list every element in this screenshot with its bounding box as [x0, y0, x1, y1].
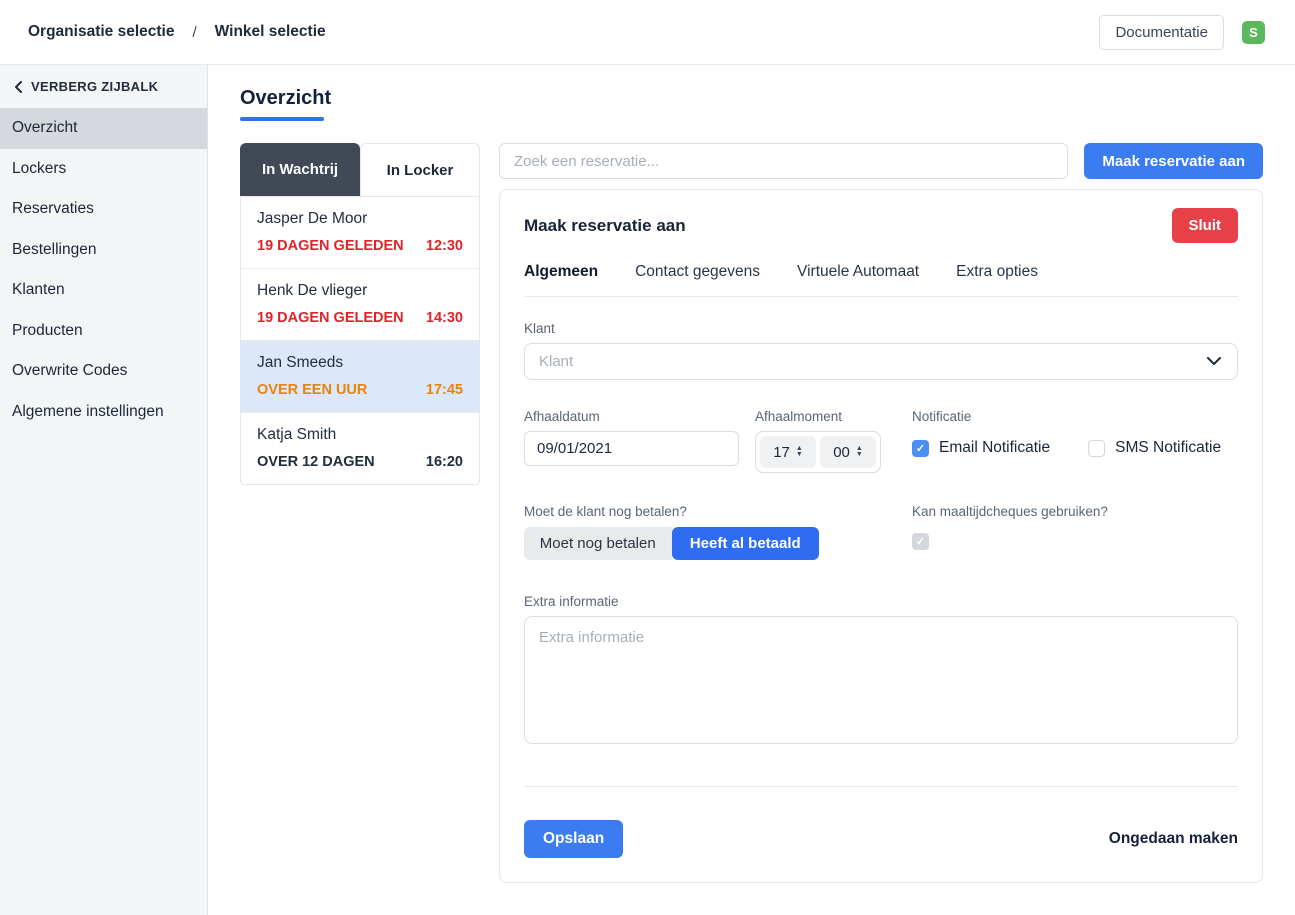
- afhaaldatum-label: Afhaaldatum: [524, 409, 755, 424]
- moet-nog-betalen-button[interactable]: Moet nog betalen: [524, 527, 672, 560]
- reservation-status: OVER EEN UUR: [257, 382, 367, 398]
- breadcrumb-organisatie[interactable]: Organisatie selectie: [28, 23, 174, 41]
- sidebar-item-bestellingen[interactable]: Bestellingen: [0, 230, 207, 271]
- afhaalmoment-label: Afhaalmoment: [755, 409, 912, 424]
- reservation-name: Henk De vlieger: [257, 282, 463, 300]
- breadcrumb: Organisatie selectie / Winkel selectie: [28, 23, 326, 41]
- user-avatar[interactable]: S: [1242, 21, 1265, 44]
- reservation-time: 12:30: [426, 238, 463, 254]
- queue-tabs: In Wachtrij In Locker: [240, 143, 480, 196]
- klant-select[interactable]: Klant: [524, 343, 1238, 380]
- maaltijdcheques-label: Kan maaltijdcheques gebruiken?: [912, 504, 1108, 519]
- sms-notificatie-label: SMS Notificatie: [1115, 439, 1221, 457]
- tab-in-locker[interactable]: In Locker: [360, 143, 480, 196]
- klant-select-placeholder: Klant: [539, 353, 573, 370]
- tab-contact-gegevens[interactable]: Contact gegevens: [635, 263, 760, 281]
- sidebar-item-lockers[interactable]: Lockers: [0, 149, 207, 190]
- reservation-panel-column: Maak reservatie aan Maak reservatie aan …: [499, 143, 1263, 883]
- sidebar-item-reservaties[interactable]: Reservaties: [0, 189, 207, 230]
- hour-value: 17: [773, 444, 790, 461]
- hour-stepper[interactable]: 17 ▲▼: [760, 436, 816, 468]
- betalen-segmented-control: Moet nog betalen Heeft al betaald: [524, 527, 819, 560]
- reservation-status: OVER 12 DAGEN: [257, 454, 375, 470]
- reservation-status: 19 DAGEN GELEDEN: [257, 310, 404, 326]
- reservation-name: Jasper De Moor: [257, 210, 463, 228]
- hide-sidebar-label: VERBERG ZIJBALK: [31, 79, 158, 94]
- notificatie-label: Notificatie: [912, 409, 1221, 424]
- breadcrumb-separator: /: [192, 24, 196, 41]
- betalen-label: Moet de klant nog betalen?: [524, 504, 912, 519]
- sidebar-item-klanten[interactable]: Klanten: [0, 270, 207, 311]
- top-bar-actions: Documentatie S: [1099, 15, 1265, 50]
- create-reservation-card: Maak reservatie aan Sluit Algemeen Conta…: [499, 189, 1263, 883]
- list-item[interactable]: Henk De vlieger 19 DAGEN GELEDEN 14:30: [241, 268, 479, 340]
- reservation-name: Jan Smeeds: [257, 354, 463, 372]
- checkbox-checked-gray-icon: ✓: [912, 533, 929, 550]
- list-item[interactable]: Jasper De Moor 19 DAGEN GELEDEN 12:30: [241, 197, 479, 268]
- reservation-time: 17:45: [426, 382, 463, 398]
- heeft-al-betaald-button[interactable]: Heeft al betaald: [672, 527, 820, 560]
- reservation-time: 14:30: [426, 310, 463, 326]
- sms-notificatie-checkbox[interactable]: SMS Notificatie: [1088, 439, 1221, 457]
- undo-button[interactable]: Ongedaan maken: [1109, 830, 1238, 848]
- sidebar-item-algemene-instellingen[interactable]: Algemene instellingen: [0, 392, 207, 433]
- reservation-time: 16:20: [426, 454, 463, 470]
- reservation-status: 19 DAGEN GELEDEN: [257, 238, 404, 254]
- search-input[interactable]: [499, 143, 1068, 179]
- close-button[interactable]: Sluit: [1172, 208, 1239, 243]
- save-button[interactable]: Opslaan: [524, 820, 623, 858]
- sidebar-item-producten[interactable]: Producten: [0, 311, 207, 352]
- checkbox-unchecked-icon: [1088, 440, 1105, 457]
- list-item[interactable]: Katja Smith OVER 12 DAGEN 16:20: [241, 412, 479, 484]
- footer-divider: [524, 786, 1238, 787]
- form-tabs: Algemeen Contact gegevens Virtuele Autom…: [524, 263, 1238, 297]
- stepper-arrows-icon: ▲▼: [856, 446, 863, 458]
- afhaalmoment-picker: 17 ▲▼ 00 ▲▼: [755, 431, 881, 473]
- page-title: Overzicht: [240, 87, 1263, 110]
- email-notificatie-label: Email Notificatie: [939, 439, 1050, 457]
- maaltijdcheques-checkbox[interactable]: ✓: [912, 533, 1108, 550]
- klant-label: Klant: [524, 321, 1238, 336]
- minute-value: 00: [833, 444, 850, 461]
- create-reservation-button[interactable]: Maak reservatie aan: [1084, 143, 1263, 179]
- list-item-selected[interactable]: Jan Smeeds OVER EEN UUR 17:45: [241, 340, 479, 412]
- hide-sidebar-button[interactable]: VERBERG ZIJBALK: [0, 79, 207, 108]
- documentation-button[interactable]: Documentatie: [1099, 15, 1224, 50]
- minute-stepper[interactable]: 00 ▲▼: [820, 436, 876, 468]
- checkbox-checked-icon: ✓: [912, 440, 929, 457]
- page-title-underline: [240, 117, 324, 121]
- tab-algemeen[interactable]: Algemeen: [524, 263, 598, 281]
- tab-virtuele-automaat[interactable]: Virtuele Automaat: [797, 263, 919, 281]
- extra-informatie-label: Extra informatie: [524, 594, 1238, 609]
- afhaaldatum-input[interactable]: [524, 431, 739, 466]
- chevron-down-icon: [1207, 353, 1221, 371]
- sidebar: VERBERG ZIJBALK Overzicht Lockers Reserv…: [0, 65, 208, 915]
- card-title: Maak reservatie aan: [524, 216, 686, 236]
- breadcrumb-winkel[interactable]: Winkel selectie: [215, 23, 326, 41]
- reservation-name: Katja Smith: [257, 426, 463, 444]
- app-window: Organisatie selectie / Winkel selectie D…: [0, 0, 1295, 915]
- tab-extra-opties[interactable]: Extra opties: [956, 263, 1038, 281]
- reservation-queue: In Wachtrij In Locker Jasper De Moor 19 …: [240, 143, 480, 485]
- chevron-left-icon: [14, 81, 23, 93]
- extra-informatie-textarea[interactable]: [524, 616, 1238, 744]
- sidebar-item-overwrite-codes[interactable]: Overwrite Codes: [0, 351, 207, 392]
- email-notificatie-checkbox[interactable]: ✓ Email Notificatie: [912, 439, 1050, 457]
- top-bar: Organisatie selectie / Winkel selectie D…: [0, 0, 1295, 65]
- reservation-list: Jasper De Moor 19 DAGEN GELEDEN 12:30 He…: [240, 196, 480, 485]
- main-content: Overzicht In Wachtrij In Locker Jasper D…: [208, 65, 1295, 915]
- stepper-arrows-icon: ▲▼: [796, 446, 803, 458]
- tab-in-wachtrij[interactable]: In Wachtrij: [240, 143, 360, 196]
- sidebar-item-overzicht[interactable]: Overzicht: [0, 108, 207, 149]
